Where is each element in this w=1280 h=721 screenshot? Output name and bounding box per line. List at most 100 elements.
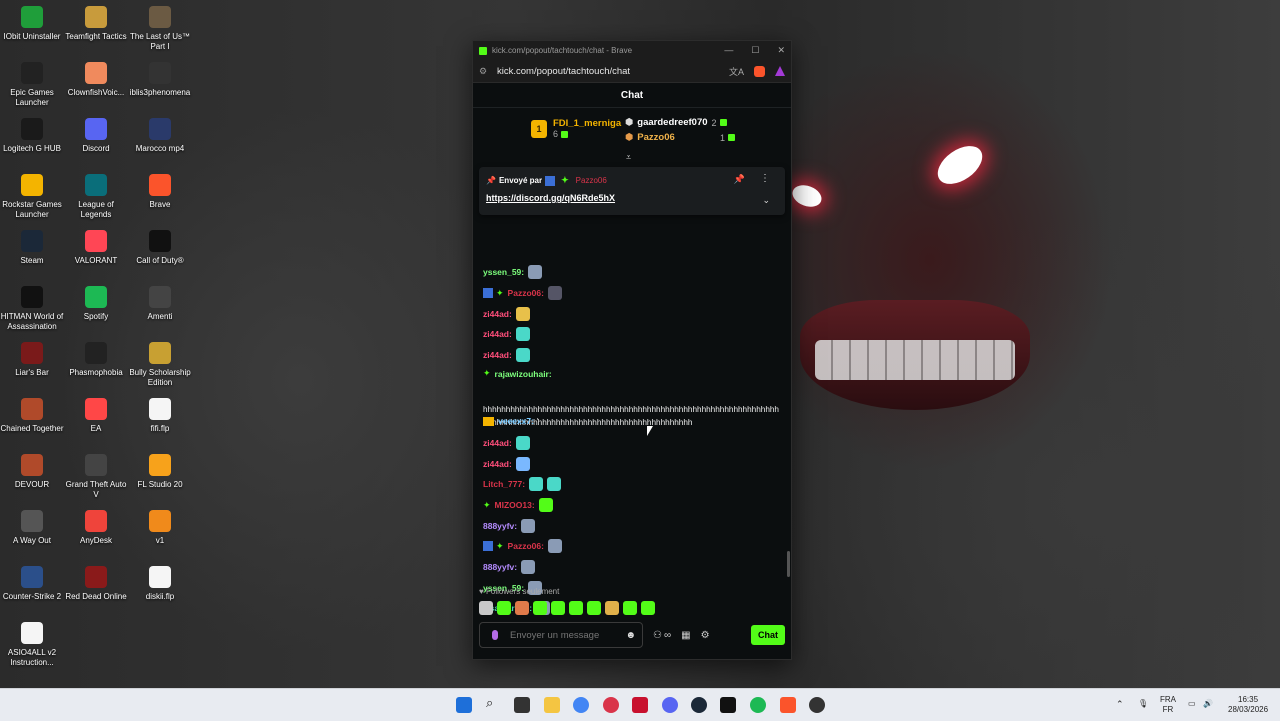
desktop-icon[interactable]: v1 xyxy=(128,510,192,546)
desktop-icon[interactable]: EA xyxy=(64,398,128,434)
chat-username[interactable]: zi44ad: xyxy=(483,350,512,360)
leaderboard-first[interactable]: 1 FDI_1_merniga 6 xyxy=(531,118,621,140)
steam-taskbar-icon[interactable] xyxy=(691,697,707,713)
desktop-icon[interactable]: ClownfishVoic... xyxy=(64,62,128,98)
emote-icon[interactable] xyxy=(515,307,530,321)
file-explorer-icon[interactable] xyxy=(544,697,560,713)
spotify-taskbar-icon[interactable] xyxy=(750,697,766,713)
quick-emote-icon[interactable] xyxy=(551,601,565,615)
emote-icon[interactable] xyxy=(521,560,536,574)
emote-icon[interactable] xyxy=(547,477,562,491)
capcut-icon[interactable] xyxy=(720,697,736,713)
address-bar[interactable]: ⚙ kick.com/popout/tachtouch/chat 文A xyxy=(473,60,791,83)
opera-icon[interactable] xyxy=(603,697,619,713)
emote-icon[interactable] xyxy=(538,498,553,512)
chat-username[interactable]: rajawizouhair: xyxy=(495,369,552,379)
settings-gear-icon[interactable]: ⚙ xyxy=(701,630,710,641)
chat-message-input[interactable] xyxy=(508,628,622,642)
chat-username[interactable]: zi44ad: xyxy=(483,459,512,469)
chevron-down-icon[interactable]: ⌄ xyxy=(762,195,770,206)
desktop-icon[interactable]: fifi.flp xyxy=(128,398,192,434)
network-icon[interactable]: ▭ xyxy=(1188,699,1196,709)
minimize-button[interactable]: — xyxy=(724,45,733,56)
chat-username[interactable]: 888yyfv: xyxy=(483,521,517,531)
discord-taskbar-icon[interactable] xyxy=(662,697,678,713)
emote-icon[interactable] xyxy=(521,519,536,533)
unpin-icon[interactable]: 📌 xyxy=(734,174,745,185)
emote-icon[interactable] xyxy=(515,348,530,362)
clock[interactable]: 16:35 28/03/2026 xyxy=(1228,695,1268,715)
desktop-icon[interactable]: Marocco mp4 xyxy=(128,118,192,154)
emote-icon[interactable] xyxy=(515,457,530,471)
leaderboard-third[interactable]: ⬢ Pazzo06 1 xyxy=(625,132,735,143)
tray-mic-icon[interactable]: 🎙 xyxy=(1138,699,1148,709)
chat-username[interactable]: veeexx7: xyxy=(498,416,534,426)
more-options-icon[interactable]: ⋮ xyxy=(760,173,770,184)
quick-emote-icon[interactable] xyxy=(533,601,547,615)
quick-emote-icon[interactable] xyxy=(479,601,493,615)
translate-icon[interactable]: 文A xyxy=(729,65,744,78)
desktop-icon[interactable]: Grand Theft Auto V xyxy=(64,454,128,500)
brave-rewards-icon[interactable] xyxy=(775,66,785,76)
emoji-picker-icon[interactable]: ☻ xyxy=(625,630,636,641)
desktop-icon[interactable]: Chained Together xyxy=(0,398,64,434)
desktop-icon[interactable]: AnyDesk xyxy=(64,510,128,546)
chat-username[interactable]: 888yyfv: xyxy=(483,562,517,572)
send-chat-button[interactable]: Chat xyxy=(751,625,785,645)
app-a-icon[interactable] xyxy=(632,697,648,713)
emote-icon[interactable] xyxy=(515,327,530,341)
desktop-icon[interactable]: Logitech G HUB xyxy=(0,118,64,154)
desktop-icon[interactable]: Call of Duty® xyxy=(128,230,192,266)
leaderboard-collapse-icon[interactable]: ⩡ xyxy=(626,152,631,163)
quick-emote-icon[interactable] xyxy=(641,601,655,615)
emote-icon[interactable] xyxy=(547,286,562,300)
chat-username[interactable]: zi44ad: xyxy=(483,329,512,339)
desktop-icon[interactable]: Counter-Strike 2 xyxy=(0,566,64,602)
app-extra-icon[interactable] xyxy=(809,697,825,713)
pinned-message[interactable]: 📌 Envoyé par ✦ Pazzo06 https://discord.g… xyxy=(479,167,785,215)
desktop-icon[interactable]: League of Legends xyxy=(64,174,128,220)
desktop-icon[interactable]: The Last of Us™ Part I xyxy=(128,6,192,52)
maximize-button[interactable]: ☐ xyxy=(751,45,759,56)
desktop-icon[interactable]: Brave xyxy=(128,174,192,210)
emote-icon[interactable] xyxy=(547,539,562,553)
desktop-icon[interactable]: ASIO4ALL v2 Instruction... xyxy=(0,622,64,668)
desktop-icon[interactable]: Bully Scholarship Edition xyxy=(128,342,192,388)
chat-username[interactable]: Pazzo06: xyxy=(508,288,544,298)
brave-taskbar-icon[interactable] xyxy=(780,697,796,713)
desktop-icon[interactable]: Liar's Bar xyxy=(0,342,64,378)
chat-username[interactable]: MIZOO13: xyxy=(495,500,535,510)
desktop-icon[interactable]: A Way Out xyxy=(0,510,64,546)
tray-overflow-icon[interactable]: ⌃ xyxy=(1116,699,1124,709)
infinity-icon[interactable]: ∞ xyxy=(664,630,671,641)
brave-shields-icon[interactable] xyxy=(754,65,765,77)
chat-input-box[interactable]: ☻ xyxy=(479,622,643,648)
emote-icon[interactable] xyxy=(528,265,543,279)
quick-emote-icon[interactable] xyxy=(515,601,529,615)
desktop-icon[interactable]: diskii.flp xyxy=(128,566,192,602)
store-icon[interactable]: ▦ xyxy=(681,630,690,641)
desktop-icon[interactable]: HITMAN World of Assassination xyxy=(0,286,64,332)
window-titlebar[interactable]: kick.com/popout/tachtouch/chat - Brave —… xyxy=(473,41,791,60)
chat-username[interactable]: zi44ad: xyxy=(483,309,512,319)
gift-icon[interactable]: ⚇ xyxy=(653,630,662,641)
url-text[interactable]: kick.com/popout/tachtouch/chat xyxy=(497,66,630,77)
desktop-icon[interactable]: Spotify xyxy=(64,286,128,322)
pinned-user[interactable]: Pazzo06 xyxy=(576,176,607,185)
desktop-icon[interactable]: Red Dead Online xyxy=(64,566,128,602)
quick-emote-icon[interactable] xyxy=(569,601,583,615)
site-settings-icon[interactable]: ⚙ xyxy=(479,66,489,77)
chrome-icon[interactable] xyxy=(573,697,589,713)
desktop-icon[interactable]: Epic Games Launcher xyxy=(0,62,64,108)
chat-username[interactable]: Pazzo06: xyxy=(508,541,544,551)
quick-emote-icon[interactable] xyxy=(623,601,637,615)
desktop-icon[interactable]: VALORANT xyxy=(64,230,128,266)
start-button-icon[interactable] xyxy=(456,697,472,713)
close-button[interactable]: ✕ xyxy=(777,45,785,56)
emote-icon[interactable] xyxy=(529,477,544,491)
chat-username[interactable]: zi44ad: xyxy=(483,438,512,448)
chat-username[interactable]: Litch_777: xyxy=(483,479,525,489)
pinned-link[interactable]: https://discord.gg/qN6Rde5hX xyxy=(486,193,615,203)
desktop-icon[interactable]: iblis3phenomena xyxy=(128,62,192,98)
desktop-icon[interactable]: IObit Uninstaller xyxy=(0,6,64,42)
